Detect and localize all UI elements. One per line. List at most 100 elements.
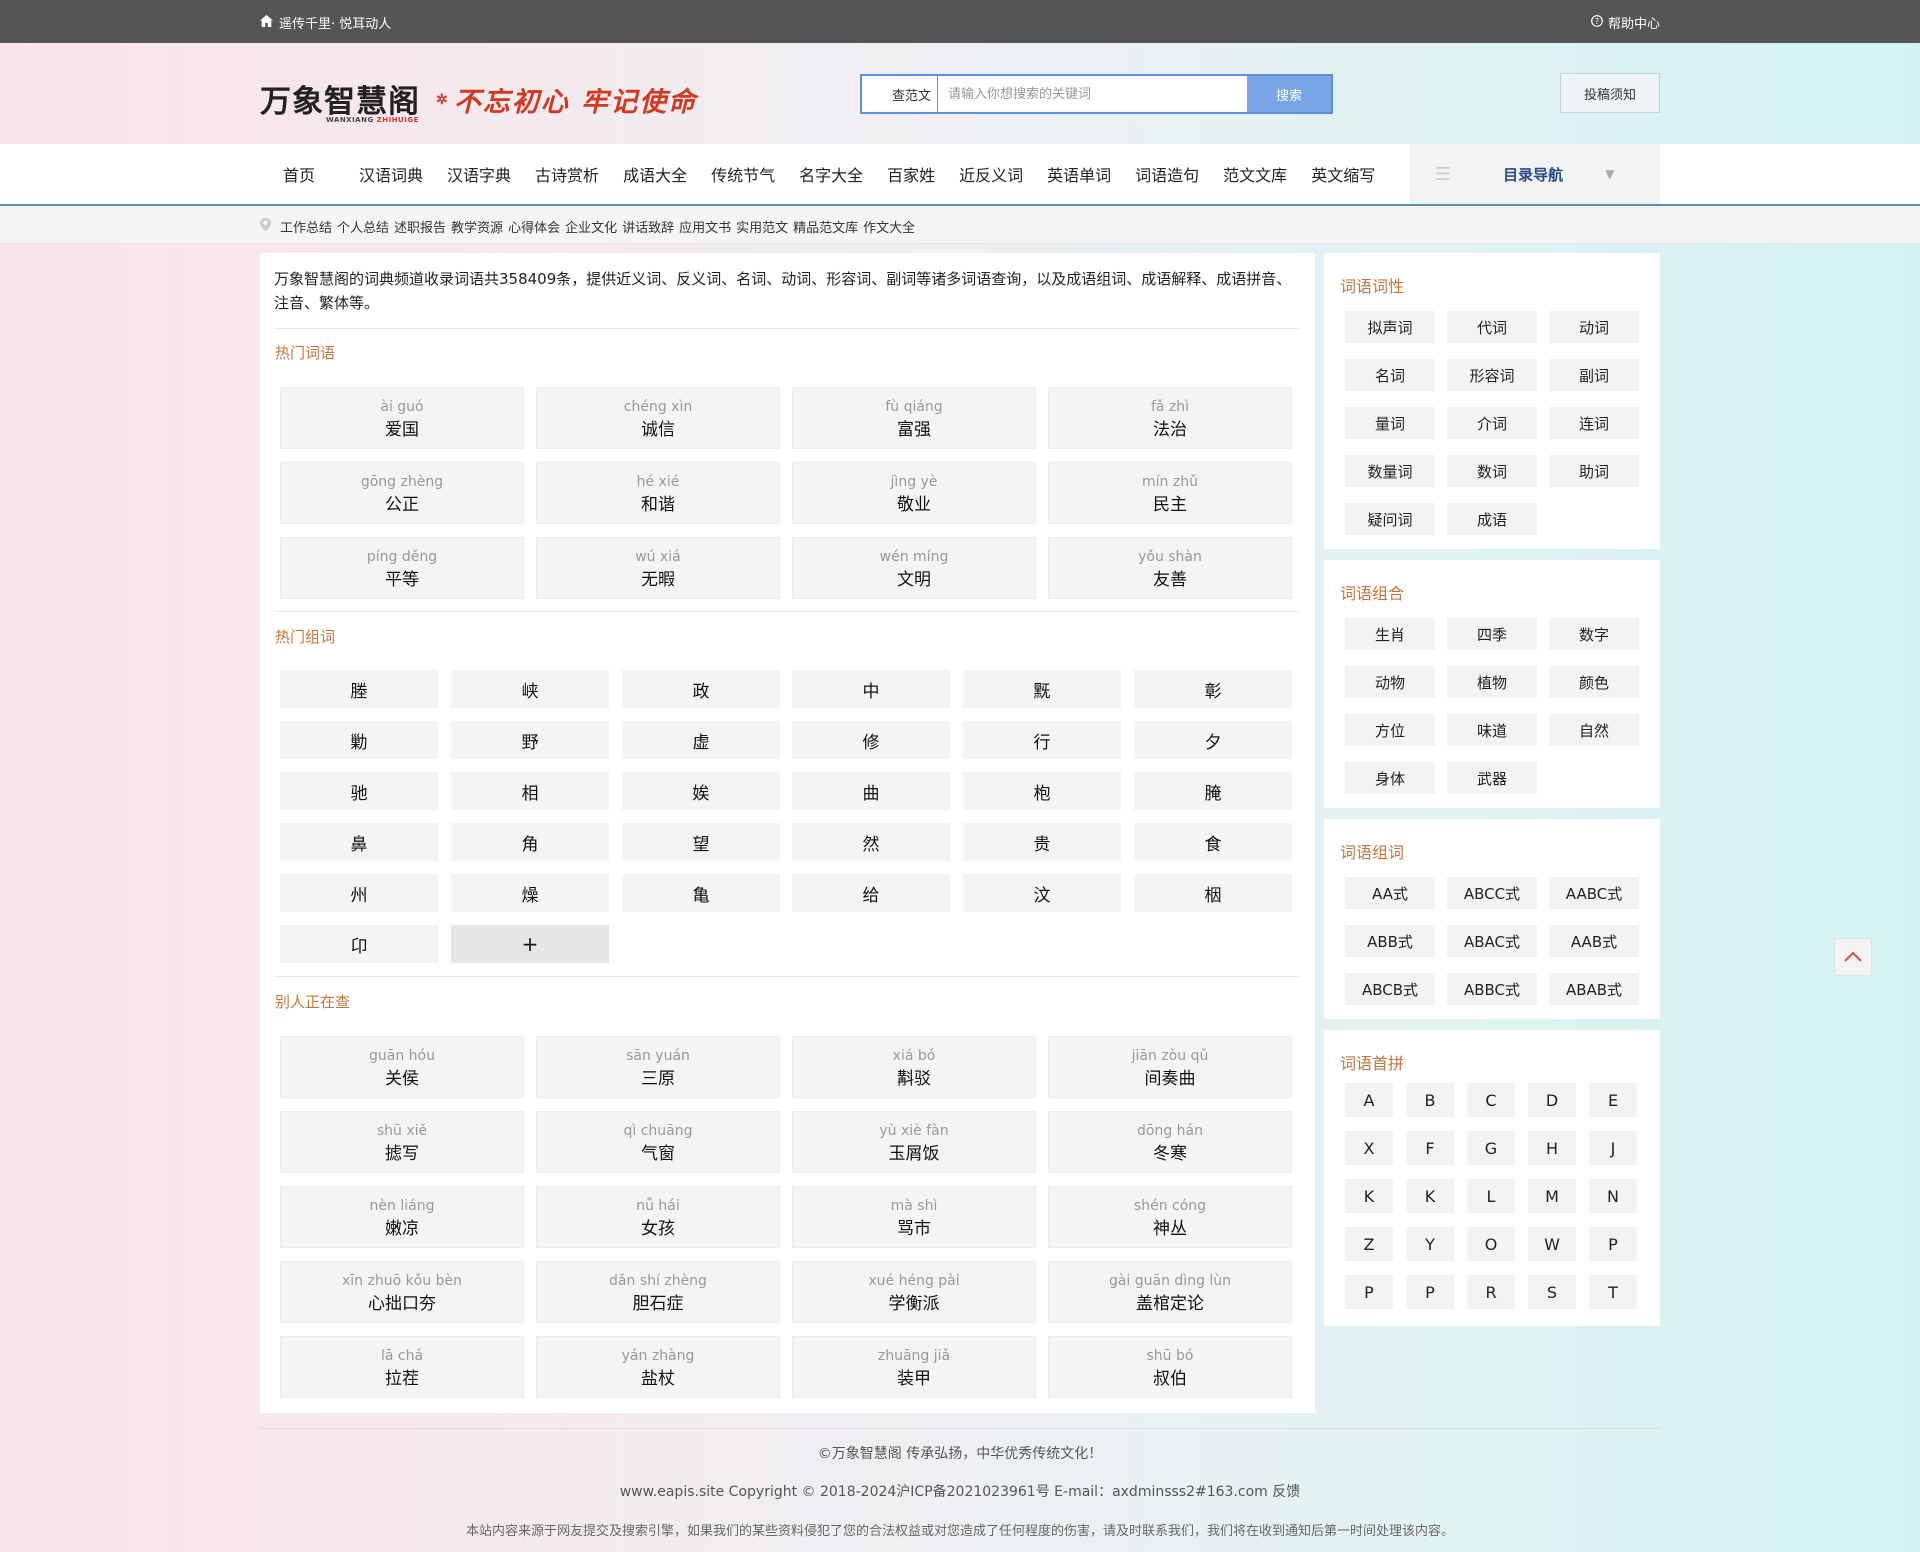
- pattern-tag[interactable]: ABCB式: [1345, 973, 1435, 1005]
- submission-guide-button[interactable]: 投稿须知: [1560, 73, 1660, 113]
- hot-char-chip[interactable]: 州: [280, 874, 438, 912]
- nav-item[interactable]: 词语造句: [1123, 162, 1211, 186]
- hot-char-chip[interactable]: 相: [451, 772, 609, 810]
- searched-word-card[interactable]: shū xiě 摅写: [280, 1111, 524, 1173]
- initial-letter[interactable]: K: [1406, 1179, 1454, 1213]
- pos-tag[interactable]: 代词: [1447, 311, 1537, 343]
- searched-word-card[interactable]: xiá bó 斠驳: [792, 1036, 1036, 1098]
- hot-char-chip[interactable]: 食: [1134, 823, 1292, 861]
- subnav-link[interactable]: 工作总结: [280, 217, 332, 236]
- subnav-link[interactable]: 精品范文库: [793, 217, 858, 236]
- site-logo[interactable]: 万象智慧阁 WANXIANG ZHIHUIGE: [260, 76, 420, 124]
- hot-word-card[interactable]: píng děng 平等: [280, 537, 524, 599]
- nav-item[interactable]: 古诗赏析: [523, 162, 611, 186]
- initial-letter[interactable]: L: [1467, 1179, 1515, 1213]
- searched-word-card[interactable]: zhuāng jiǎ 装甲: [792, 1336, 1036, 1398]
- hot-char-chip[interactable]: 曲: [792, 772, 950, 810]
- combo-tag[interactable]: 自然: [1549, 714, 1639, 746]
- combo-tag[interactable]: 方位: [1345, 714, 1435, 746]
- hot-char-chip[interactable]: 野: [451, 721, 609, 759]
- nav-item[interactable]: 汉语词典: [347, 162, 435, 186]
- pattern-tag[interactable]: ABAC式: [1447, 925, 1537, 957]
- subnav-link[interactable]: 教学资源: [451, 217, 503, 236]
- hot-char-chip[interactable]: 峡: [451, 670, 609, 708]
- initial-letter[interactable]: Z: [1345, 1227, 1393, 1261]
- pos-tag[interactable]: 动词: [1549, 311, 1639, 343]
- hot-char-chip[interactable]: 望: [622, 823, 780, 861]
- subnav-link[interactable]: 作文大全: [863, 217, 915, 236]
- searched-word-card[interactable]: yù xiè fàn 玉屑饭: [792, 1111, 1036, 1173]
- hot-char-chip[interactable]: 栶: [1134, 874, 1292, 912]
- initial-letter[interactable]: O: [1467, 1227, 1515, 1261]
- hot-char-chip[interactable]: 虚: [622, 721, 780, 759]
- hot-char-chip[interactable]: 驰: [280, 772, 438, 810]
- initial-letter[interactable]: X: [1345, 1131, 1393, 1165]
- catalog-nav-button[interactable]: ☰ 目录导航 ▼: [1410, 144, 1660, 204]
- hot-word-card[interactable]: gōng zhèng 公正: [280, 462, 524, 524]
- hot-char-chip[interactable]: 修: [792, 721, 950, 759]
- pos-tag[interactable]: 介词: [1447, 407, 1537, 439]
- initial-letter[interactable]: P: [1589, 1227, 1637, 1261]
- initial-letter[interactable]: J: [1589, 1131, 1637, 1165]
- initial-letter[interactable]: Y: [1406, 1227, 1454, 1261]
- initial-letter[interactable]: B: [1406, 1083, 1454, 1117]
- hot-char-chip[interactable]: 夕: [1134, 721, 1292, 759]
- searched-word-card[interactable]: sān yuán 三原: [536, 1036, 780, 1098]
- pos-tag[interactable]: 连词: [1549, 407, 1639, 439]
- nav-item[interactable]: 首页: [270, 162, 347, 186]
- searched-word-card[interactable]: qì chuāng 气窗: [536, 1111, 780, 1173]
- hot-char-chip[interactable]: 黖: [963, 670, 1121, 708]
- hot-word-card[interactable]: fǎ zhì 法治: [1048, 387, 1292, 449]
- searched-word-card[interactable]: dǎn shí zhèng 胆石症: [536, 1261, 780, 1323]
- hot-char-chip[interactable]: 腌: [1134, 772, 1292, 810]
- pos-tag[interactable]: 副词: [1549, 359, 1639, 391]
- combo-tag[interactable]: 武器: [1447, 762, 1537, 794]
- hot-char-chip[interactable]: 中: [792, 670, 950, 708]
- pos-tag[interactable]: 数词: [1447, 455, 1537, 487]
- search-category-select[interactable]: 查范文: [862, 76, 938, 112]
- hot-char-chip[interactable]: 卬: [280, 925, 438, 963]
- nav-item[interactable]: 传统节气: [699, 162, 787, 186]
- pos-tag[interactable]: 成语: [1447, 503, 1537, 535]
- hot-char-chip[interactable]: 政: [622, 670, 780, 708]
- searched-word-card[interactable]: shén cóng 神丛: [1048, 1186, 1292, 1248]
- hot-word-card[interactable]: wú xiá 无暇: [536, 537, 780, 599]
- initial-letter[interactable]: T: [1589, 1275, 1637, 1309]
- subnav-link[interactable]: 企业文化: [565, 217, 617, 236]
- hot-char-chip[interactable]: 鼻: [280, 823, 438, 861]
- back-to-top-button[interactable]: [1834, 938, 1872, 976]
- pos-tag[interactable]: 助词: [1549, 455, 1639, 487]
- searched-word-card[interactable]: gài guān dìng lùn 盖棺定论: [1048, 1261, 1292, 1323]
- subnav-link[interactable]: 个人总结: [337, 217, 389, 236]
- combo-tag[interactable]: 味道: [1447, 714, 1537, 746]
- combo-tag[interactable]: 动物: [1345, 666, 1435, 698]
- pattern-tag[interactable]: AAB式: [1549, 925, 1639, 957]
- initial-letter[interactable]: M: [1528, 1179, 1576, 1213]
- hot-char-chip[interactable]: 勦: [280, 721, 438, 759]
- searched-word-card[interactable]: yán zhàng 盐杖: [536, 1336, 780, 1398]
- nav-item[interactable]: 成语大全: [611, 162, 699, 186]
- hot-word-card[interactable]: chéng xìn 诚信: [536, 387, 780, 449]
- pos-tag[interactable]: 量词: [1345, 407, 1435, 439]
- hot-char-chip[interactable]: 给: [792, 874, 950, 912]
- hot-word-card[interactable]: wén míng 文明: [792, 537, 1036, 599]
- combo-tag[interactable]: 数字: [1549, 618, 1639, 650]
- subnav-link[interactable]: 讲话致辞: [622, 217, 674, 236]
- nav-item[interactable]: 名字大全: [787, 162, 875, 186]
- pattern-tag[interactable]: AA式: [1345, 877, 1435, 909]
- nav-item[interactable]: 英语单词: [1035, 162, 1123, 186]
- subnav-link[interactable]: 实用范文: [736, 217, 788, 236]
- pos-tag[interactable]: 数量词: [1345, 455, 1435, 487]
- initial-letter[interactable]: C: [1467, 1083, 1515, 1117]
- initial-letter[interactable]: N: [1589, 1179, 1637, 1213]
- initial-letter[interactable]: S: [1528, 1275, 1576, 1309]
- hot-char-chip[interactable]: 贵: [963, 823, 1121, 861]
- initial-letter[interactable]: A: [1345, 1083, 1393, 1117]
- initial-letter[interactable]: D: [1528, 1083, 1576, 1117]
- initial-letter[interactable]: W: [1528, 1227, 1576, 1261]
- pattern-tag[interactable]: AABC式: [1549, 877, 1639, 909]
- searched-word-card[interactable]: nǚ hái 女孩: [536, 1186, 780, 1248]
- hot-char-chip[interactable]: 亀: [622, 874, 780, 912]
- pos-tag[interactable]: 拟声词: [1345, 311, 1435, 343]
- pattern-tag[interactable]: ABBC式: [1447, 973, 1537, 1005]
